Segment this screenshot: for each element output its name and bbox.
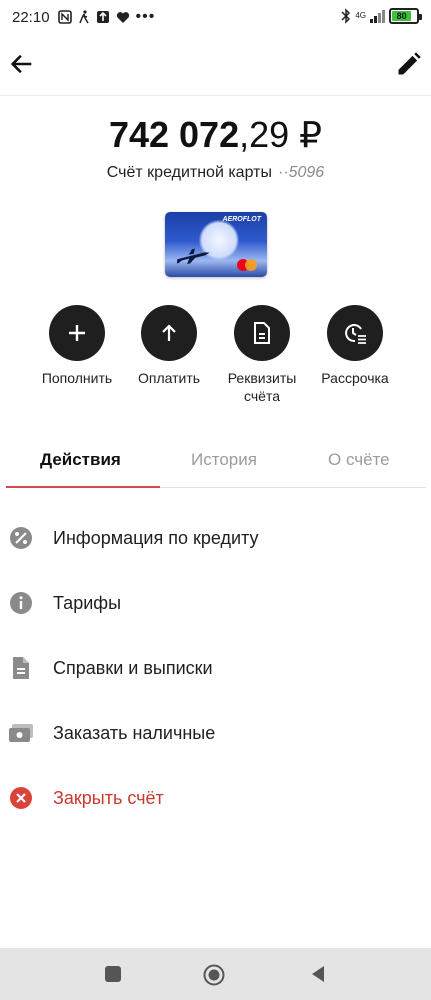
app-bar [0, 34, 431, 96]
square-icon [105, 966, 121, 982]
account-label: Счёт кредитной карты [106, 164, 272, 181]
battery-level: 80 [392, 11, 412, 21]
balance-integer: 742 072 [108, 114, 240, 155]
menu-item-label: Заказать наличные [53, 722, 216, 743]
back-nav-button[interactable] [308, 964, 330, 986]
account-info: Счёт кредитной карты ··5096 [0, 164, 431, 182]
action-requisites-circle[interactable] [234, 305, 290, 361]
menu-item-order-cash[interactable]: Заказать наличные [0, 705, 431, 761]
heart-icon [116, 11, 129, 23]
balance-fraction: ,29 ₽ [239, 114, 323, 155]
status-notification-icons [57, 10, 130, 24]
credit-card-image[interactable]: AEROFLOT [165, 212, 267, 277]
menu-item-tariffs[interactable]: Тарифы [0, 575, 431, 631]
action-requisites-label: Реквизиты счёта [227, 370, 297, 404]
status-time: 22:10 [12, 8, 50, 26]
system-navigation-bar [0, 948, 431, 1000]
back-button[interactable] [8, 50, 36, 78]
action-requisites[interactable]: Реквизиты счёта [212, 305, 312, 405]
tab-account-info[interactable]: О счёте [328, 450, 390, 470]
upload-icon [96, 11, 109, 23]
more-notifications-icon: ••• [135, 8, 156, 25]
tab-history[interactable]: История [191, 450, 257, 470]
triangle-back-icon [312, 966, 324, 982]
signal-icon [370, 9, 385, 23]
info-icon [8, 590, 34, 616]
balance-amount: 742 072,29 ₽ [0, 114, 431, 156]
edit-button[interactable] [395, 50, 423, 78]
tab-actions[interactable]: Действия [40, 450, 121, 470]
action-top-up-label: Пополнить [41, 370, 113, 386]
airplane-icon [176, 248, 210, 264]
mastercard-logo [237, 259, 259, 271]
tab-bar: Действия История О счёте [6, 438, 426, 488]
home-button[interactable] [203, 964, 225, 986]
document-icon [254, 322, 270, 344]
action-installment[interactable]: Рассрочка [305, 305, 405, 387]
pencil-icon [398, 52, 421, 75]
menu-item-statements[interactable]: Справки и выписки [0, 640, 431, 696]
action-top-up-circle[interactable] [49, 305, 105, 361]
cash-icon [8, 720, 34, 746]
action-installment-label: Рассрочка [321, 370, 389, 386]
battery-icon: 80 [389, 8, 422, 24]
action-top-up[interactable]: Пополнить [27, 305, 127, 387]
menu-item-label: Тарифы [53, 592, 122, 613]
home-circle-icon [203, 964, 225, 986]
action-pay-circle[interactable] [141, 305, 197, 361]
recent-apps-button[interactable] [103, 964, 125, 986]
arrow-up-icon [162, 324, 176, 341]
menu-item-label: Закрыть счёт [53, 787, 164, 808]
percent-icon [8, 525, 34, 551]
status-bar: 22:10 ••• 4G 80 [0, 0, 431, 34]
action-pay-label: Оплатить [137, 370, 201, 386]
status-right: 4G 80 [341, 8, 422, 24]
menu-item-label: Справки и выписки [53, 657, 213, 678]
action-installment-circle[interactable] [327, 305, 383, 361]
active-tab-indicator [6, 486, 160, 488]
network-type: 4G [355, 11, 366, 20]
nfc-icon [57, 10, 72, 24]
action-pay[interactable]: Оплатить [119, 305, 219, 387]
plus-icon [69, 325, 85, 341]
menu-item-label: Информация по кредиту [53, 527, 259, 548]
card-brand-logo: AEROFLOT [222, 216, 262, 223]
close-circle-icon [8, 785, 34, 811]
quick-actions: Пополнить Оплатить Реквизиты счёта Расср… [0, 305, 431, 415]
menu-item-credit-info[interactable]: Информация по кредиту [0, 510, 431, 566]
arrow-left-icon [10, 54, 32, 74]
clock-list-icon [345, 324, 366, 344]
account-mask: ··5096 [277, 164, 325, 181]
document-icon [8, 655, 34, 681]
bluetooth-icon [341, 8, 351, 24]
walk-icon [78, 10, 89, 24]
menu-item-close-account[interactable]: Закрыть счёт [0, 770, 431, 826]
